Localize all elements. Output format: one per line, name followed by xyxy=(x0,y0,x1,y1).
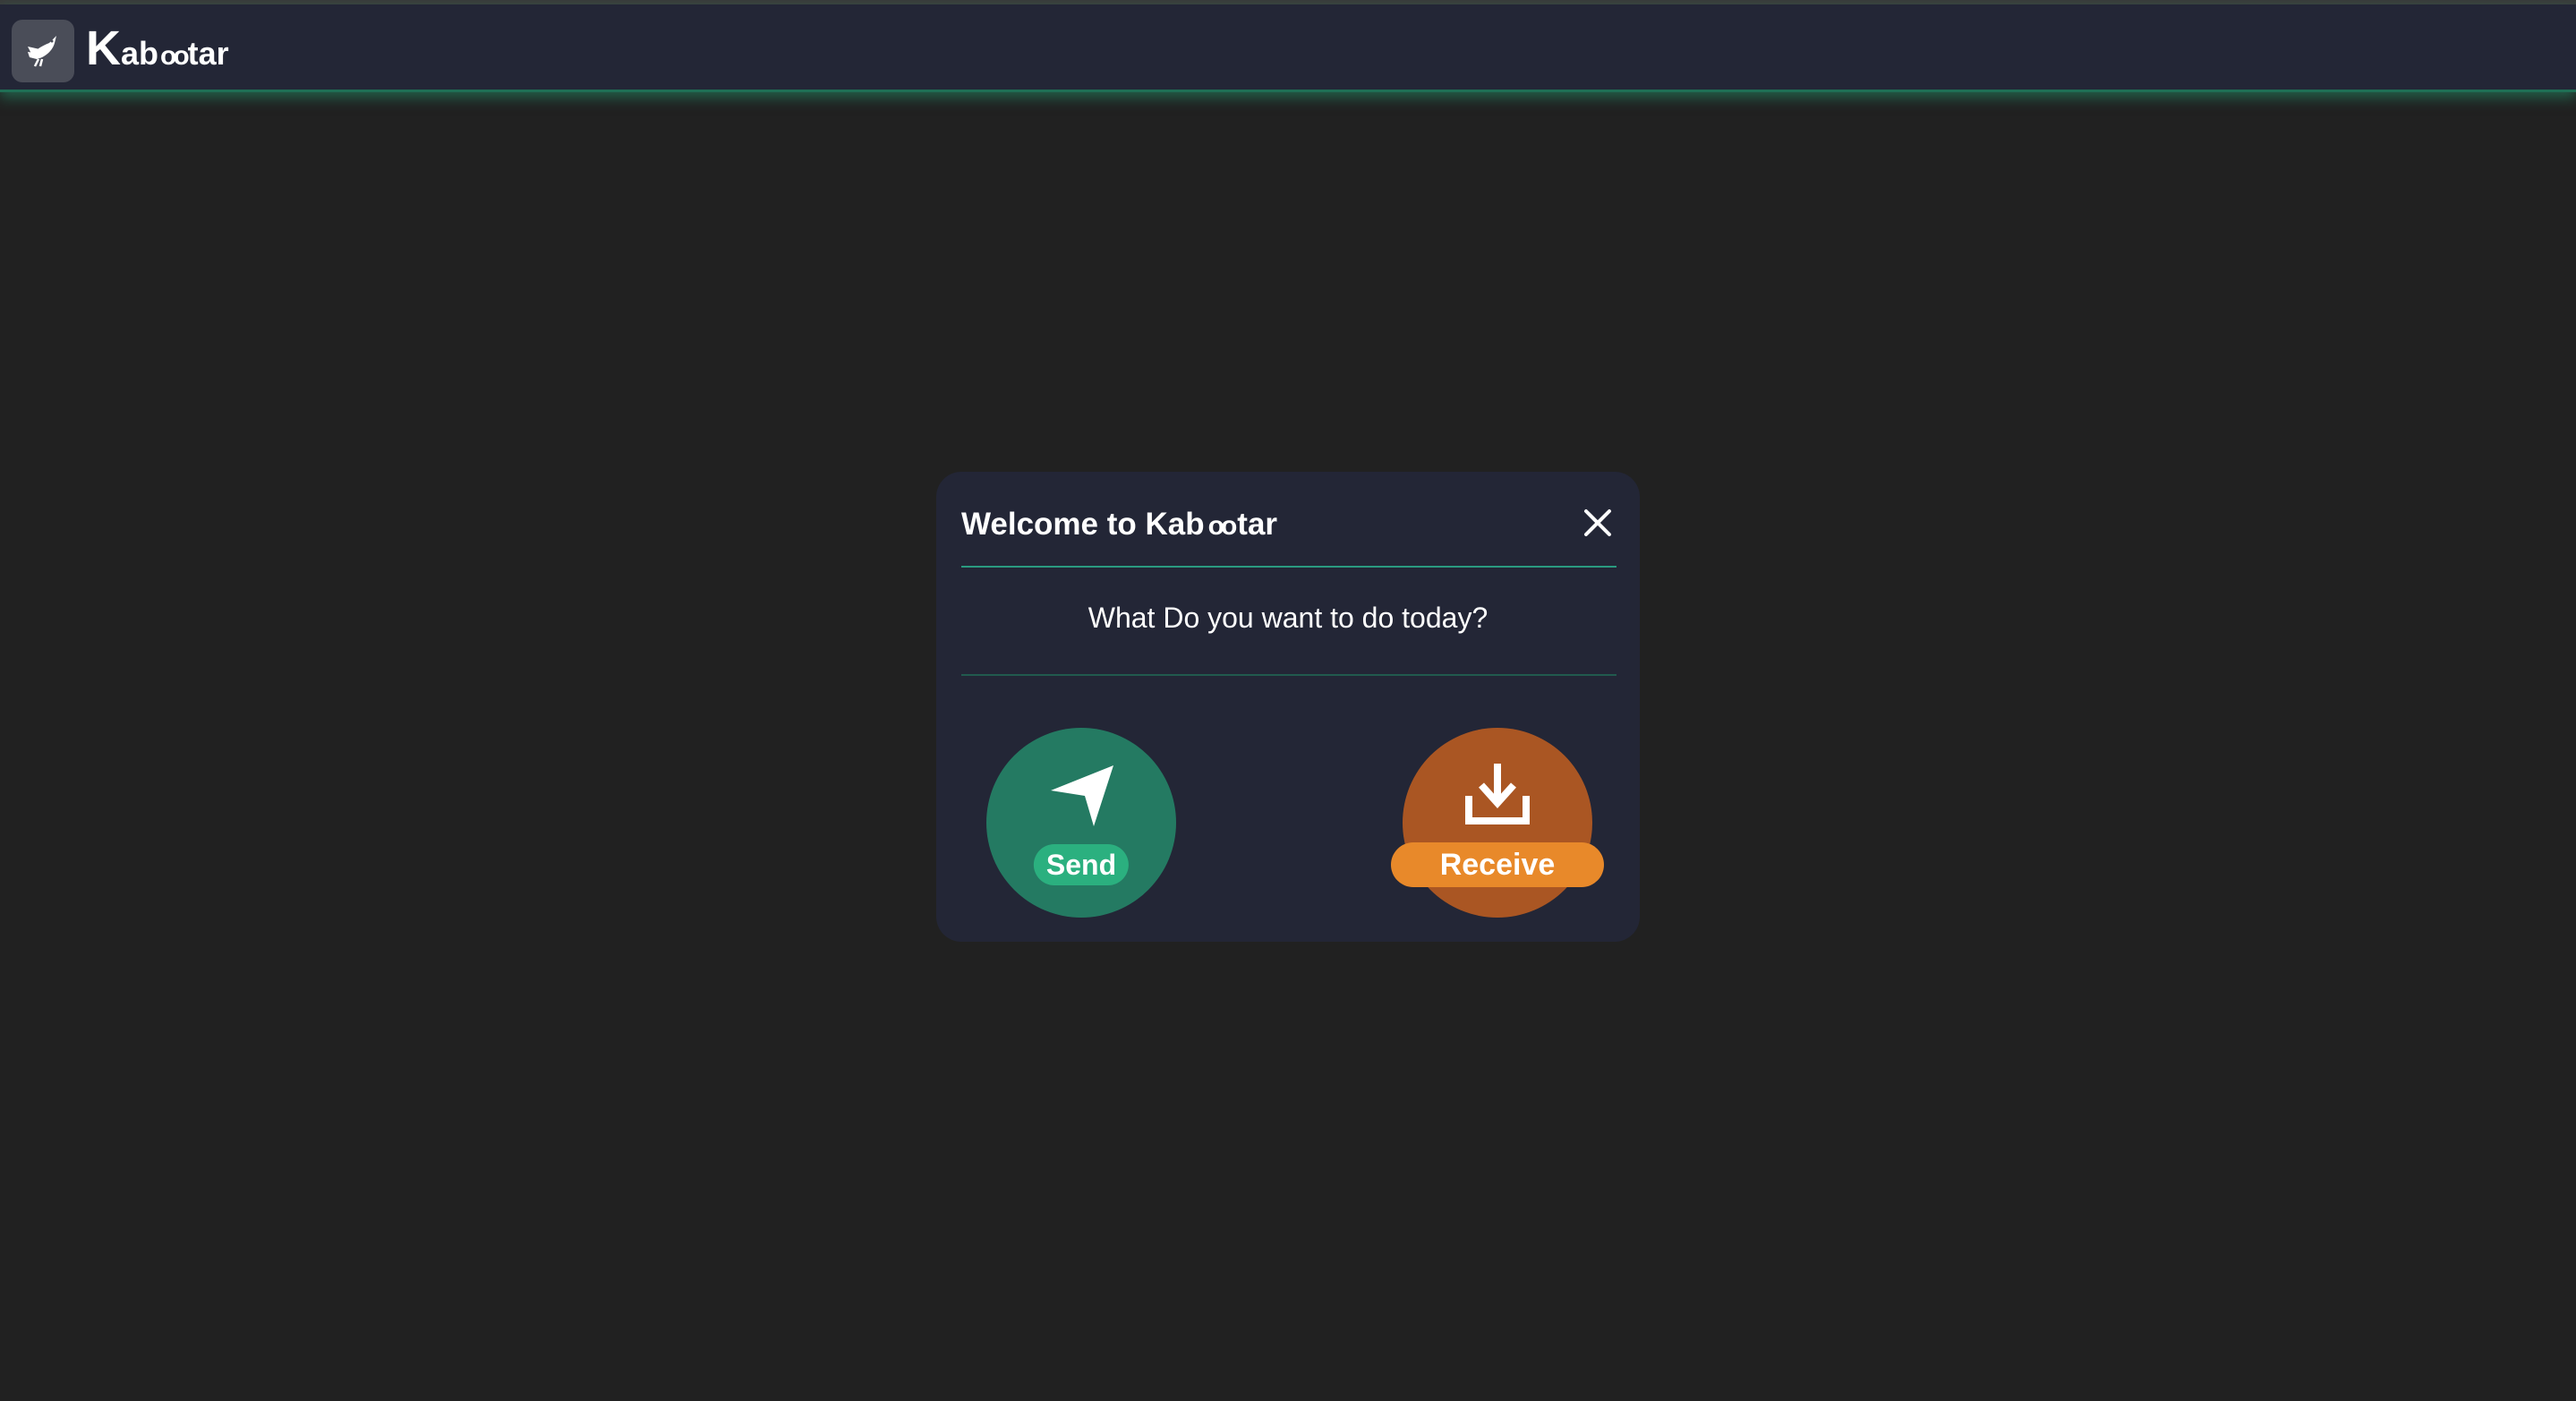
paper-plane-icon xyxy=(1051,765,1113,826)
brand-k: K xyxy=(86,21,121,75)
app-logo[interactable] xyxy=(12,20,74,82)
question-divider xyxy=(961,674,1616,676)
dialog-title-prefix: Welcome to Kab xyxy=(961,507,1205,542)
brand-eyes: oo xyxy=(160,41,190,71)
pigeon-icon xyxy=(28,36,56,67)
brand-tar: tar xyxy=(187,35,229,72)
dialog-title-suffix: tar xyxy=(1237,507,1278,542)
brand-ab: ab xyxy=(121,35,159,72)
receive-label[interactable]: Receive xyxy=(1391,842,1604,887)
title-divider xyxy=(961,566,1616,568)
close-icon xyxy=(1584,509,1611,536)
dialog-title-eyes: oo xyxy=(1207,511,1238,541)
receive-button[interactable] xyxy=(1403,728,1592,918)
app-brand: K ab oo tar xyxy=(86,17,229,80)
top-navbar: K ab oo tar xyxy=(0,4,2576,92)
welcome-dialog: Welcome to Kab oo tar What Do you want to … xyxy=(936,472,1640,942)
send-label: Send xyxy=(1033,844,1130,885)
close-button[interactable] xyxy=(1577,502,1618,543)
download-icon xyxy=(1465,764,1530,824)
dialog-question: What Do you want to do today? xyxy=(1088,602,1488,634)
send-button[interactable]: Send xyxy=(986,728,1176,918)
dialog-title: Welcome to Kab oo tar xyxy=(961,504,1277,547)
